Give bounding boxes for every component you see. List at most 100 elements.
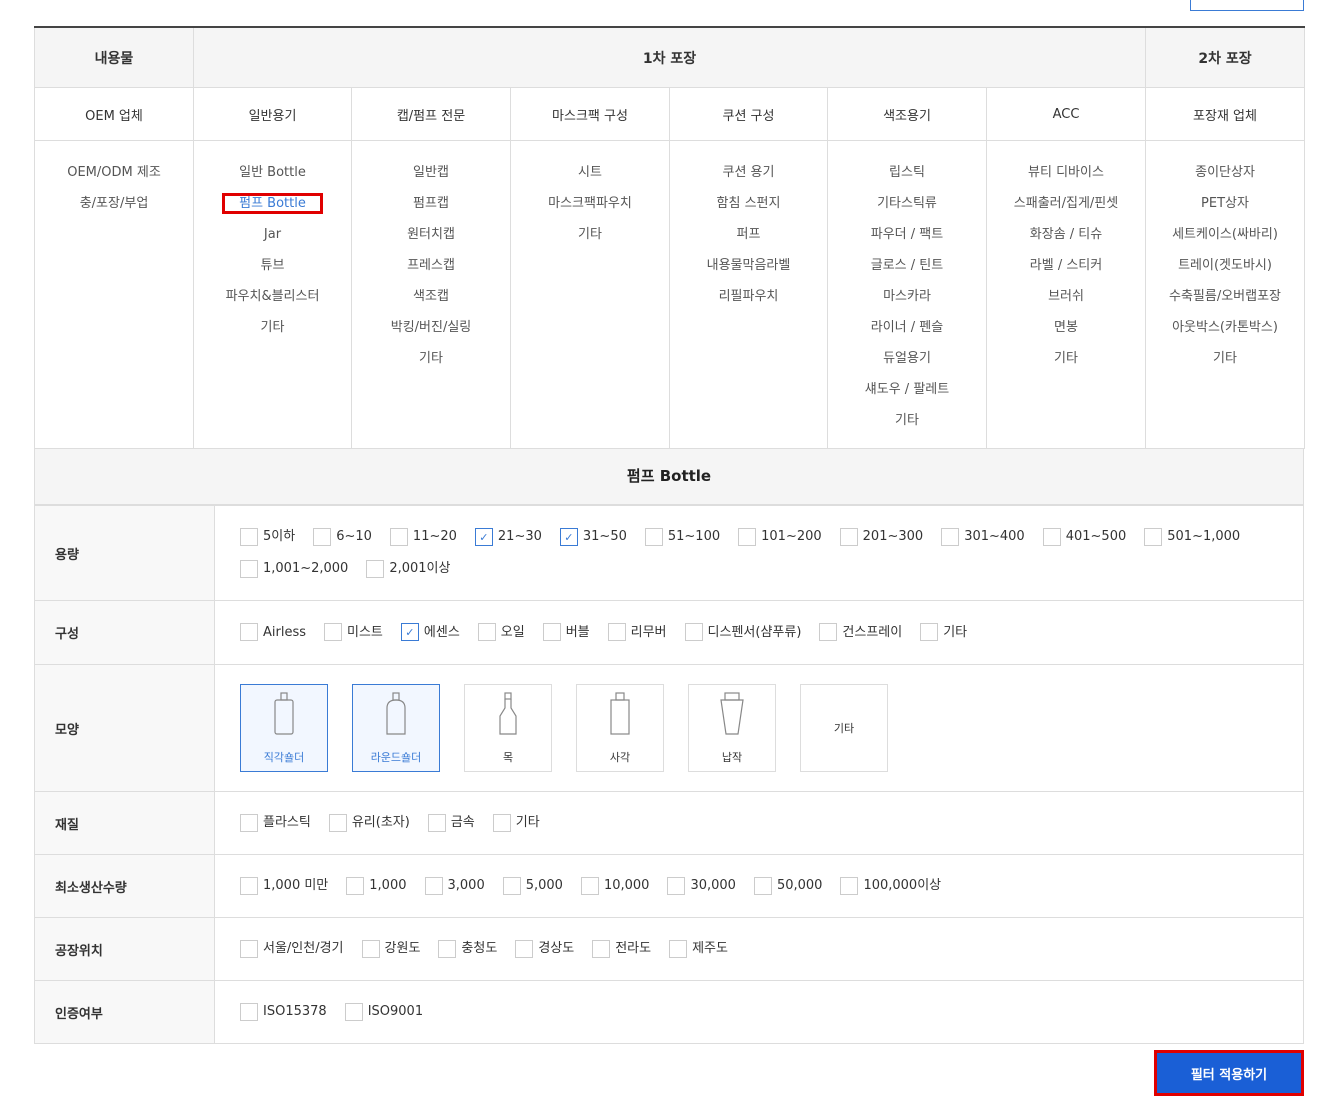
category-item[interactable]: 시트	[512, 157, 668, 188]
category-item[interactable]: 충/포장/부업	[36, 188, 192, 219]
checkbox-icon[interactable]	[427, 813, 446, 832]
checkbox-icon[interactable]	[669, 939, 688, 958]
checkbox-checked-icon[interactable]: ✓	[474, 527, 493, 546]
category-item[interactable]: 라이너 / 펜슬	[829, 312, 985, 343]
checkbox-icon[interactable]	[324, 623, 343, 641]
checkbox-checked-icon[interactable]: ✓	[559, 527, 578, 546]
filter-checkbox-material[interactable]: 유리(초자)	[328, 807, 410, 839]
filter-checkbox-moq[interactable]: 1,000	[346, 870, 407, 902]
filter-checkbox-moq[interactable]: 3,000	[424, 870, 485, 902]
shape-option[interactable]: 납작	[688, 684, 776, 772]
category-item[interactable]: 마스크팩파우치	[512, 188, 668, 219]
checkbox-icon[interactable]	[607, 623, 626, 641]
shape-option[interactable]: 사각	[576, 684, 664, 772]
filter-checkbox-moq[interactable]: 1,000 미만	[240, 870, 328, 902]
checkbox-icon[interactable]	[344, 1002, 363, 1021]
filter-checkbox-location[interactable]: 강원도	[361, 933, 420, 965]
category-item[interactable]: 펌프캡	[353, 188, 509, 219]
filter-checkbox-location[interactable]: 제주도	[669, 933, 728, 965]
category-item[interactable]: 마스카라	[829, 281, 985, 312]
category-item[interactable]: 트레이(겟도바시)	[1147, 250, 1303, 281]
category-item[interactable]: 펌프 Bottle	[195, 188, 350, 219]
filter-checkbox-moq[interactable]: 30,000	[667, 870, 736, 902]
checkbox-icon[interactable]	[366, 559, 385, 578]
category-item[interactable]: 화장솜 / 티슈	[988, 219, 1144, 250]
checkbox-icon[interactable]	[580, 876, 599, 895]
category-item[interactable]: 리필파우치	[671, 281, 826, 312]
category-item[interactable]: 함침 스펀지	[671, 188, 826, 219]
checkbox-icon[interactable]	[1042, 527, 1061, 546]
filter-checkbox-location[interactable]: 서울/인천/경기	[240, 933, 344, 965]
checkbox-icon[interactable]	[684, 623, 703, 641]
checkbox-icon[interactable]	[592, 939, 611, 958]
filter-checkbox-composition[interactable]: 미스트	[324, 617, 383, 649]
category-item[interactable]: 듀얼용기	[829, 343, 985, 374]
checkbox-icon[interactable]	[240, 939, 258, 958]
category-item[interactable]: 쿠션 용기	[671, 157, 826, 188]
shape-option[interactable]: 기타	[800, 684, 888, 772]
category-item[interactable]: 일반캡	[353, 157, 509, 188]
category-item[interactable]: OEM/ODM 제조	[36, 157, 192, 188]
filter-checkbox-capacity[interactable]: 5이하	[240, 521, 295, 553]
filter-checkbox-capacity[interactable]: ✓ 31~50	[559, 521, 627, 553]
category-item[interactable]: 기타	[829, 405, 985, 436]
shape-option[interactable]: 목	[464, 684, 552, 772]
category-item[interactable]: 원터치캡	[353, 219, 509, 250]
category-item[interactable]: 일반 Bottle	[195, 157, 350, 188]
category-item[interactable]: 뷰티 디바이스	[988, 157, 1144, 188]
category-item[interactable]: 수축필름/오버랩포장	[1147, 281, 1303, 312]
checkbox-icon[interactable]	[240, 1002, 258, 1021]
checkbox-checked-icon[interactable]: ✓	[400, 623, 419, 641]
filter-checkbox-moq[interactable]: 5,000	[502, 870, 563, 902]
category-item[interactable]: 퍼프	[671, 219, 826, 250]
category-item[interactable]: 브러쉬	[988, 281, 1144, 312]
filter-checkbox-composition[interactable]: Airless	[240, 617, 306, 649]
filter-checkbox-certification[interactable]: ISO15378	[240, 996, 327, 1028]
category-item[interactable]: 파우치&블리스터	[195, 281, 350, 312]
filter-checkbox-composition[interactable]: 디스펜서(샴푸류)	[684, 617, 801, 649]
category-item[interactable]: 스패출러/집게/핀셋	[988, 188, 1144, 219]
checkbox-icon[interactable]	[515, 939, 534, 958]
checkbox-icon[interactable]	[839, 527, 858, 546]
filter-checkbox-certification[interactable]: ISO9001	[344, 996, 423, 1028]
filter-checkbox-capacity[interactable]: 6~10	[313, 521, 372, 553]
category-item[interactable]: 기타	[1147, 343, 1303, 374]
category-item[interactable]: 색조캡	[353, 281, 509, 312]
checkbox-icon[interactable]	[313, 527, 332, 546]
category-item[interactable]: 라벨 / 스티커	[988, 250, 1144, 281]
filter-checkbox-composition[interactable]: 리무버	[607, 617, 667, 649]
filter-checkbox-capacity[interactable]: 11~20	[389, 521, 457, 553]
filter-checkbox-composition[interactable]: 건스프레이	[819, 617, 902, 649]
checkbox-icon[interactable]	[328, 813, 347, 832]
checkbox-icon[interactable]	[240, 623, 258, 641]
category-item[interactable]: 기타	[988, 343, 1144, 374]
category-item[interactable]: 기타	[512, 219, 668, 250]
filter-checkbox-composition[interactable]: 오일	[477, 617, 525, 649]
filter-checkbox-capacity[interactable]: ✓ 21~30	[474, 521, 542, 553]
filter-checkbox-composition[interactable]: ✓ 에센스	[400, 617, 460, 649]
checkbox-icon[interactable]	[389, 527, 408, 546]
checkbox-icon[interactable]	[240, 876, 258, 895]
checkbox-icon[interactable]	[240, 559, 258, 578]
category-item[interactable]: 기타스틱류	[829, 188, 985, 219]
filter-checkbox-location[interactable]: 경상도	[515, 933, 574, 965]
category-item[interactable]: 세트케이스(싸바리)	[1147, 219, 1303, 250]
category-item[interactable]: 종이단상자	[1147, 157, 1303, 188]
category-item[interactable]: 섀도우 / 팔레트	[829, 374, 985, 405]
filter-checkbox-moq[interactable]: 50,000	[753, 870, 822, 902]
checkbox-icon[interactable]	[941, 527, 960, 546]
category-item[interactable]: 면봉	[988, 312, 1144, 343]
checkbox-icon[interactable]	[502, 876, 521, 895]
filter-checkbox-material[interactable]: 금속	[427, 807, 475, 839]
filter-checkbox-capacity[interactable]: 101~200	[738, 521, 822, 553]
category-item[interactable]: 파우더 / 팩트	[829, 219, 985, 250]
category-item[interactable]: Jar	[195, 219, 350, 250]
category-item[interactable]: 기타	[195, 312, 350, 343]
checkbox-icon[interactable]	[644, 527, 663, 546]
checkbox-icon[interactable]	[240, 527, 258, 546]
checkbox-icon[interactable]	[840, 876, 859, 895]
checkbox-icon[interactable]	[424, 876, 443, 895]
checkbox-icon[interactable]	[492, 813, 511, 832]
checkbox-icon[interactable]	[920, 623, 939, 641]
category-item[interactable]: 립스틱	[829, 157, 985, 188]
